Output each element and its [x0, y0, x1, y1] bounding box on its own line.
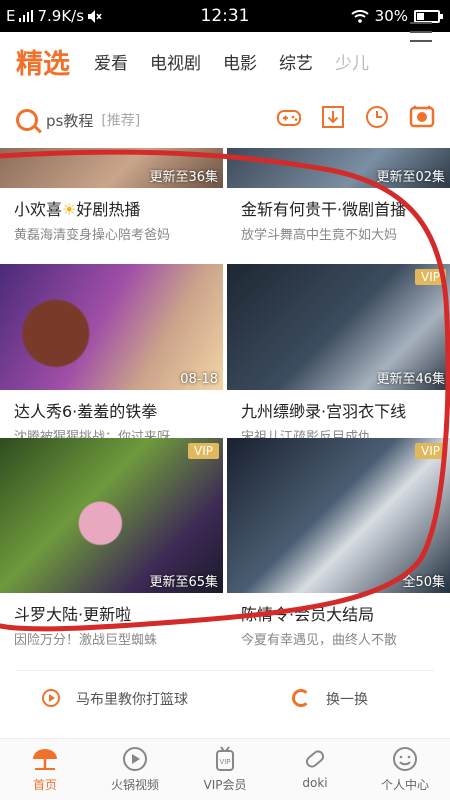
channel-menu-icon[interactable]: [410, 22, 432, 49]
video-title-suffix: 好剧热播: [76, 200, 141, 219]
video-card-jinzhan[interactable]: 更新至02集金斩有何贵干·微剧首播放学斗舞高中生竟不如大妈: [227, 148, 450, 243]
video-thumbnail[interactable]: VIP 更新至46集: [227, 264, 450, 390]
gamepad-icon[interactable]: [276, 104, 302, 130]
tab-variety[interactable]: 综艺: [279, 49, 313, 74]
video-title-main: 小欢喜: [14, 200, 63, 219]
vip-badge: VIP: [415, 269, 446, 285]
video-card-douluo[interactable]: VIP 更新至65集斗罗大陆·更新啦因险万分！激战巨型蜘蛛: [0, 438, 223, 648]
video-subtitle: 因险万分！激战巨型蜘蛛: [14, 633, 158, 648]
tab-featured[interactable]: 精选: [16, 42, 70, 81]
episode-badge: 08-18: [180, 372, 218, 387]
episode-badge: 更新至02集: [376, 170, 445, 185]
video-title: 金斩有何贵干·微剧首播: [241, 200, 407, 219]
episode-badge: 更新至46集: [376, 372, 445, 387]
bottom-navigation: 首页 火锅视频 VIP VIP会员 doki 个人中心: [0, 738, 450, 800]
video-subtitle: 黄磊海清变身操心陪考爸妈: [14, 228, 171, 243]
nav-hotpot-video[interactable]: 火锅视频: [90, 745, 180, 793]
video-card-xiaohuanxi[interactable]: 更新至36集小欢喜☀好剧热播黄磊海清变身操心陪考爸妈: [0, 148, 223, 243]
nav-vip-label: VIP会员: [203, 778, 247, 792]
tab-tv-series[interactable]: 电视剧: [150, 49, 201, 74]
divider: [16, 670, 434, 671]
video-title: 达人秀6·羞羞的铁拳: [14, 402, 158, 421]
svg-text:VIP: VIP: [219, 758, 230, 766]
thumbnail-image: [0, 438, 223, 593]
video-card-darenxiu[interactable]: 08-18达人秀6·羞羞的铁拳沈腾被猩猩挑战：你过来呀: [0, 264, 223, 445]
video-thumbnail[interactable]: VIP 全50集: [227, 438, 450, 593]
nav-home-label: 首页: [32, 778, 57, 792]
search-bar[interactable]: ps教程 [推荐]: [16, 98, 266, 142]
video-title: 小欢喜☀好剧热播: [0, 196, 223, 220]
nav-profile-label: 个人中心: [380, 778, 429, 792]
channel-tabs: 精选 爱看 电视剧 电影 综艺 少儿: [0, 32, 450, 90]
vip-badge: VIP: [415, 443, 446, 459]
search-query: ps教程: [46, 111, 94, 130]
nav-hotpot-label: 火锅视频: [110, 778, 159, 792]
tab-favorites[interactable]: 爱看: [94, 49, 128, 74]
vip-cup-icon: VIP: [216, 746, 234, 771]
nav-home[interactable]: 首页: [0, 745, 90, 793]
refresh-button[interactable]: 换一换: [326, 689, 368, 709]
episode-badge: 更新至65集: [149, 575, 218, 590]
video-play-icon: [123, 747, 147, 771]
video-subtitle: 放学斗舞高中生竟不如大妈: [241, 228, 398, 243]
search-tag: [推荐]: [101, 113, 141, 129]
episode-badge: 全50集: [402, 575, 445, 590]
tab-movies[interactable]: 电影: [223, 49, 257, 74]
home-umbrella-icon: [33, 749, 57, 770]
toolbar-icons: [276, 104, 436, 130]
history-clock-icon[interactable]: [364, 104, 390, 130]
video-thumbnail[interactable]: 更新至02集: [227, 148, 450, 188]
more-row: 马布里教你打篮球 换一换: [0, 684, 450, 714]
video-card-chenqingling[interactable]: VIP 全50集陈情令·会员大结局今夏有幸遇见，曲终人不散: [227, 438, 450, 648]
screen-cast-icon[interactable]: [408, 104, 436, 130]
battery-percent: 30%: [374, 7, 408, 25]
status-bar: E 7.9K/s 12:31 30%: [0, 0, 450, 32]
refresh-icon: [292, 689, 310, 707]
video-thumbnail[interactable]: 08-18: [0, 264, 223, 390]
download-icon[interactable]: [320, 104, 346, 130]
smiley-profile-icon: [393, 747, 417, 771]
wifi-icon: [350, 9, 369, 23]
video-thumbnail[interactable]: VIP 更新至65集: [0, 438, 223, 593]
video-title: 九州缥缈录·宫羽衣下线: [241, 402, 407, 421]
nav-doki-label: doki: [302, 776, 328, 790]
nav-profile[interactable]: 个人中心: [360, 745, 450, 793]
episode-badge: 更新至36集: [149, 170, 218, 185]
video-card-jiuzhou[interactable]: VIP更新至46集九州缥缈录·宫羽衣下线宋祖儿江疏影反目成仇: [227, 264, 450, 445]
play-icon: [42, 689, 60, 707]
video-thumbnail[interactable]: 更新至36集: [0, 148, 223, 188]
nav-doki[interactable]: doki: [270, 745, 360, 790]
doki-capsule-icon: [305, 750, 325, 768]
thumbnail-image: [227, 438, 450, 593]
video-title: 陈情令·会员大结局: [241, 605, 375, 624]
sun-icon: ☀: [62, 200, 77, 219]
battery-icon: [414, 9, 443, 23]
video-subtitle: 今夏有幸遇见，曲终人不散: [241, 633, 398, 648]
vip-badge: VIP: [188, 443, 219, 459]
tab-kids[interactable]: 少儿: [335, 49, 369, 74]
nav-vip[interactable]: VIP VIP会员: [180, 745, 270, 793]
search-icon: [16, 109, 38, 131]
video-title: 斗罗大陆·更新啦: [14, 605, 132, 624]
recommend-link[interactable]: 马布里教你打篮球: [76, 689, 188, 709]
